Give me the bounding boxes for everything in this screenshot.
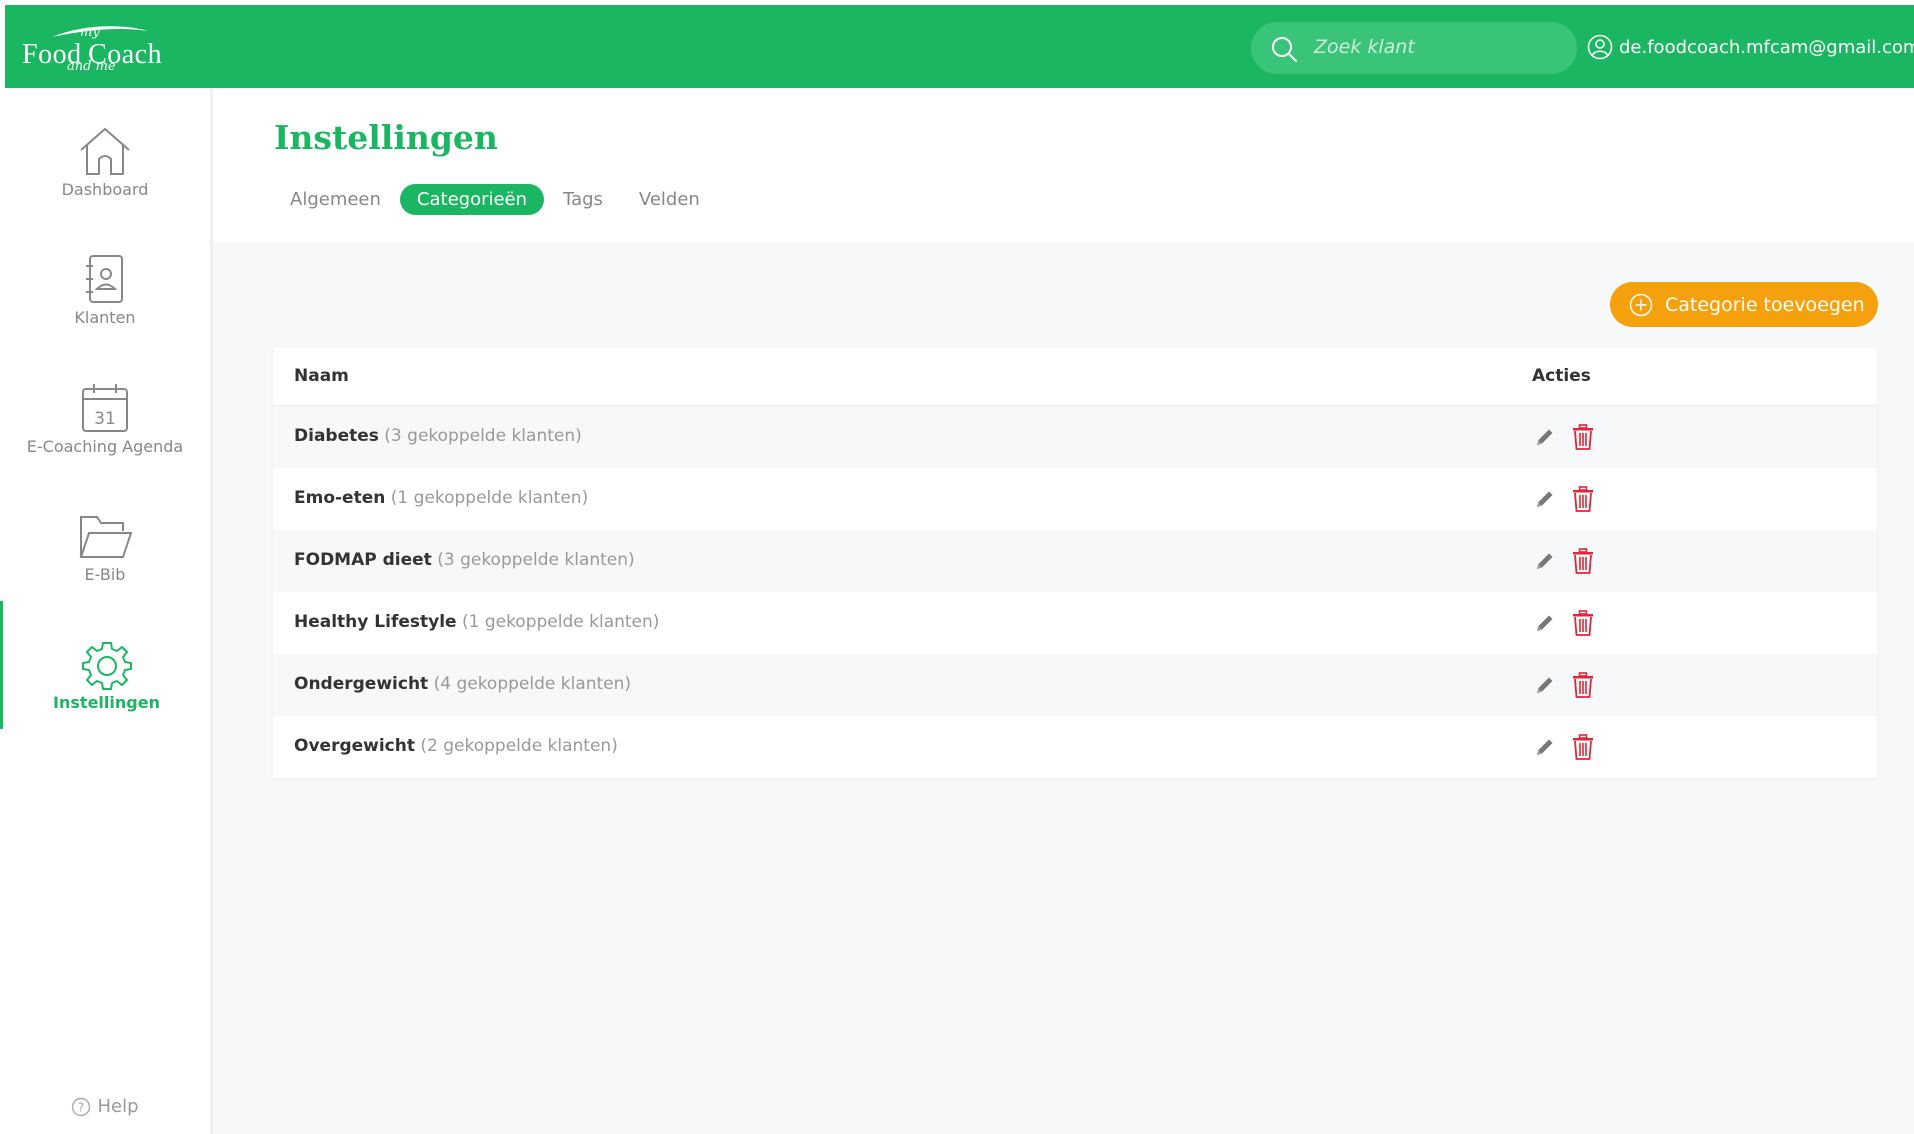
- sidebar-item-instellingen[interactable]: Instellingen: [0, 601, 210, 729]
- sidebar-item-label: Dashboard: [61, 180, 149, 199]
- category-name: Overgewicht (2 gekoppelde klanten): [294, 736, 618, 756]
- plus-circle-icon: [1629, 293, 1653, 317]
- row-actions: [1534, 486, 1594, 512]
- row-actions: [1534, 424, 1594, 450]
- table-row: Diabetes (3 gekoppelde klanten): [273, 406, 1877, 468]
- help-icon: ?: [71, 1097, 91, 1117]
- sidebar-item-label: E-Bib: [84, 565, 126, 584]
- linked-clients-count: (4 gekoppelde klanten): [433, 674, 632, 694]
- sidebar-item-label: Klanten: [74, 308, 136, 327]
- user-icon: [1587, 34, 1613, 60]
- row-actions: [1534, 734, 1594, 760]
- edit-pencil-icon[interactable]: [1534, 426, 1556, 448]
- tab-tags[interactable]: Tags: [546, 184, 620, 215]
- row-actions: [1534, 672, 1594, 698]
- linked-clients-count: (1 gekoppelde klanten): [390, 488, 589, 508]
- column-header-acties: Acties: [1532, 366, 1591, 386]
- logo-and-me: and me: [67, 59, 116, 74]
- linked-clients-count: (2 gekoppelde klanten): [420, 736, 618, 756]
- user-email: de.foodcoach.mfcam@gmail.com: [1619, 36, 1914, 58]
- tab-categorieen[interactable]: Categorieën: [399, 184, 545, 215]
- calendar-icon: 31: [0, 383, 210, 435]
- delete-trash-icon[interactable]: [1572, 610, 1594, 636]
- sidebar-item-label: Instellingen: [53, 693, 160, 712]
- sidebar-item-ebib[interactable]: E-Bib: [0, 473, 210, 601]
- table-header: Naam Acties: [273, 347, 1877, 406]
- row-actions: [1534, 548, 1594, 574]
- edit-pencil-icon[interactable]: [1534, 550, 1556, 572]
- logo-swoosh-icon: [52, 26, 148, 37]
- search-icon: [1270, 35, 1298, 67]
- column-header-naam: Naam: [294, 366, 349, 386]
- table-row: Healthy Lifestyle (1 gekoppelde klanten): [273, 592, 1877, 654]
- delete-trash-icon[interactable]: [1572, 486, 1594, 512]
- sidebar: Dashboard Klanten 31 E-Coaching Agenda E…: [0, 88, 213, 1134]
- edit-pencil-icon[interactable]: [1534, 488, 1556, 510]
- logo[interactable]: my Food Coach and me: [22, 23, 172, 79]
- delete-trash-icon[interactable]: [1572, 424, 1594, 450]
- linked-clients-count: (1 gekoppelde klanten): [461, 612, 660, 632]
- table-body: Diabetes (3 gekoppelde klanten) Emo-eten…: [273, 406, 1877, 778]
- table-row: Ondergewicht (4 gekoppelde klanten): [273, 654, 1877, 716]
- calendar-day: 31: [94, 409, 116, 429]
- table-row: Emo-eten (1 gekoppelde klanten): [273, 468, 1877, 530]
- delete-trash-icon[interactable]: [1572, 672, 1594, 698]
- gear-icon: [3, 639, 210, 691]
- category-name: Ondergewicht (4 gekoppelde klanten): [294, 674, 632, 694]
- help-label: Help: [97, 1096, 139, 1117]
- edit-pencil-icon[interactable]: [1534, 736, 1556, 758]
- add-category-label: Categorie toevoegen: [1665, 293, 1865, 316]
- tab-bar: Algemeen Categorieën Tags Velden: [273, 184, 719, 215]
- linked-clients-count: (3 gekoppelde klanten): [437, 550, 635, 570]
- help-link[interactable]: ? Help: [0, 1096, 210, 1117]
- page-header: Instellingen Algemeen Categorieën Tags V…: [213, 88, 1914, 242]
- folder-icon: [0, 511, 210, 563]
- table-row: FODMAP dieet (3 gekoppelde klanten): [273, 530, 1877, 592]
- search-input[interactable]: Zoek klant: [1314, 36, 1415, 58]
- page-title: Instellingen: [274, 118, 498, 157]
- row-actions: [1534, 610, 1594, 636]
- categories-table: Naam Acties Diabetes (3 gekoppelde klant…: [273, 347, 1877, 778]
- category-name: Healthy Lifestyle (1 gekoppelde klanten): [294, 612, 660, 632]
- delete-trash-icon[interactable]: [1572, 548, 1594, 574]
- sidebar-item-agenda[interactable]: 31 E-Coaching Agenda: [0, 345, 210, 473]
- tab-algemeen[interactable]: Algemeen: [273, 184, 398, 215]
- add-category-button[interactable]: Categorie toevoegen: [1610, 282, 1878, 327]
- category-name: FODMAP dieet (3 gekoppelde klanten): [294, 550, 635, 570]
- sidebar-item-dashboard[interactable]: Dashboard: [0, 88, 210, 216]
- tab-velden[interactable]: Velden: [622, 184, 717, 215]
- edit-pencil-icon[interactable]: [1534, 674, 1556, 696]
- category-name: Diabetes (3 gekoppelde klanten): [294, 426, 582, 446]
- edit-pencil-icon[interactable]: [1534, 612, 1556, 634]
- search-box[interactable]: Zoek klant: [1251, 22, 1577, 74]
- contacts-book-icon: [0, 254, 210, 306]
- table-row: Overgewicht (2 gekoppelde klanten): [273, 716, 1877, 778]
- home-icon: [0, 126, 210, 178]
- logo-my: my: [80, 25, 100, 40]
- content-area: Categorie toevoegen Naam Acties Diabetes…: [213, 242, 1914, 1134]
- top-bar: my Food Coach and me Zoek klant de.foodc…: [5, 5, 1914, 88]
- category-name: Emo-eten (1 gekoppelde klanten): [294, 488, 589, 508]
- delete-trash-icon[interactable]: [1572, 734, 1594, 760]
- svg-text:?: ?: [78, 1100, 84, 1114]
- user-menu[interactable]: de.foodcoach.mfcam@gmail.com: [1587, 33, 1914, 61]
- linked-clients-count: (3 gekoppelde klanten): [384, 426, 582, 446]
- sidebar-item-klanten[interactable]: Klanten: [0, 216, 210, 344]
- sidebar-item-label: E-Coaching Agenda: [26, 437, 184, 456]
